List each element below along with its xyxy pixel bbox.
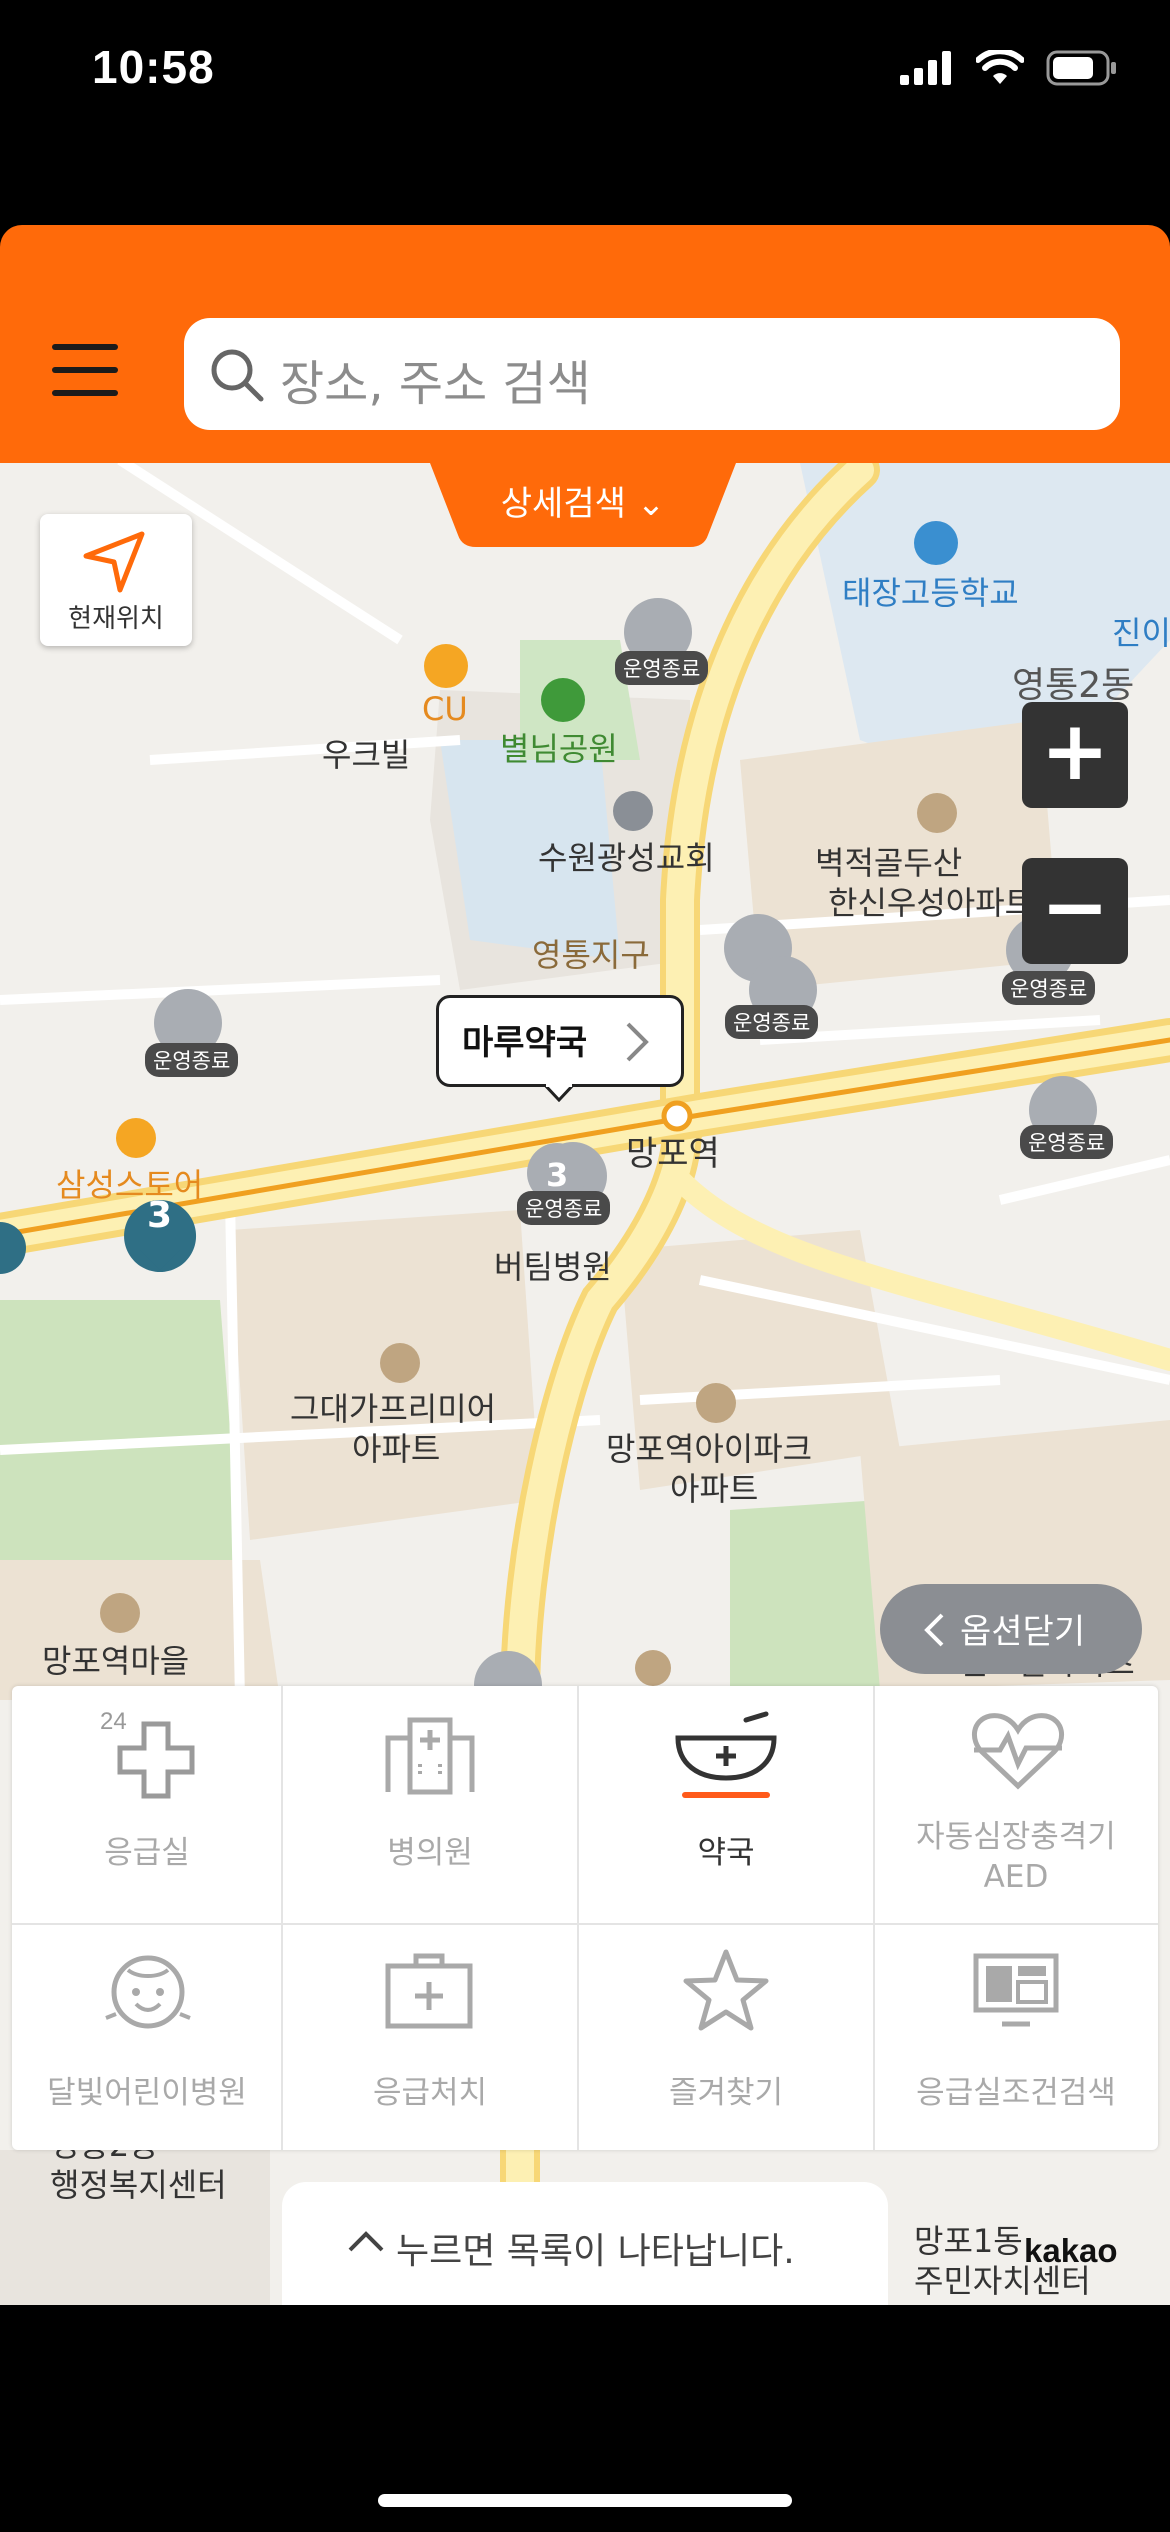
category-label: 응급실조건검색	[916, 2075, 1116, 2111]
map-label-ukbil: 우크빌	[322, 736, 411, 774]
map-label-maeul: 망포역마을	[42, 1642, 190, 1680]
list-hint-text: 누르면 목록이 나타납니다.	[396, 2231, 795, 2272]
navigation-arrow-icon	[83, 531, 145, 593]
category-label: 자동심장충격기	[916, 1819, 1116, 1855]
search-placeholder: 장소, 주소 검색	[280, 356, 591, 412]
home-indicator[interactable]	[378, 2494, 792, 2507]
map-label-mangpo1-1: 망포1동	[914, 2222, 1023, 2260]
category-emergency-room[interactable]: 24 응급실	[12, 1686, 282, 1918]
zoom-in-label: +	[1040, 704, 1110, 799]
category-favorites[interactable]: 즐겨찾기	[578, 1924, 874, 2156]
map-label-district: 영통지구	[532, 936, 650, 974]
category-aed[interactable]: 자동심장충격기 AED	[874, 1686, 1158, 1918]
closed-badge[interactable]: 운영종료	[517, 1191, 611, 1225]
options-close-label: 옵션닫기	[960, 1612, 1086, 1652]
cluster-count[interactable]: 3	[147, 1193, 172, 1238]
chevron-left-icon	[924, 1613, 944, 1647]
monitor-icon	[973, 1953, 1059, 2027]
category-first-aid[interactable]: 응급처치	[282, 1924, 578, 2156]
category-label: 즐겨찾기	[668, 2075, 784, 2111]
closed-badge[interactable]: 운영종료	[725, 1005, 819, 1039]
closed-badge[interactable]: 운영종료	[1020, 1125, 1114, 1159]
status-icons	[900, 50, 1118, 86]
map-label-dong-right: 진이	[1112, 614, 1170, 652]
map-label-school: 태장고등학교	[842, 574, 1019, 612]
category-label: 응급처치	[372, 2075, 488, 2111]
map-label-byeokjeok-1: 벽적골두산	[815, 844, 963, 882]
map-label-hospital: 버팀병원	[494, 1248, 612, 1286]
pharmacy-bowl-icon	[675, 1711, 777, 1798]
map-attribution: kakao	[1024, 2232, 1118, 2269]
category-pharmacy[interactable]: 약국	[578, 1686, 874, 1918]
current-location-label: 현재위치	[68, 604, 164, 634]
map-label-station: 망포역	[626, 1134, 720, 1174]
category-moonlight-children[interactable]: 달빛어린이병원	[12, 1924, 282, 2156]
status-time: 10:58	[92, 41, 215, 93]
search-icon	[211, 349, 264, 402]
map-label-gudaega-1: 그대가프리미어	[290, 1390, 497, 1428]
map-label-byeokjeok-2: 한신우성아파트	[828, 884, 1035, 922]
menu-button[interactable]	[52, 340, 122, 400]
zoom-out-button[interactable]: −	[1022, 858, 1128, 964]
closed-badge[interactable]: 운영종료	[615, 651, 709, 685]
map-label-ipark-1: 망포역아이파크	[606, 1430, 813, 1468]
battery-icon	[1046, 50, 1116, 86]
detail-search-label[interactable]: 상세검색 ⌄	[430, 476, 736, 525]
map-label-church: 수원광성교회	[538, 839, 715, 877]
closed-badge[interactable]: 운영종료	[1002, 971, 1096, 1005]
category-label: 응급실	[104, 1835, 190, 1871]
map-label-gudaega-2: 아파트	[352, 1430, 441, 1468]
category-hospital[interactable]: 병의원	[282, 1686, 578, 1918]
child-face-icon	[105, 1955, 191, 2029]
category-label: 달빛어린이병원	[47, 2075, 247, 2111]
category-er-condition-search[interactable]: 응급실조건검색	[874, 1924, 1158, 2156]
closed-badge[interactable]: 운영종료	[145, 1043, 239, 1077]
wifi-icon	[976, 50, 1024, 84]
emergency-cross-icon	[117, 1721, 195, 1799]
map-label-cu: CU	[422, 690, 468, 728]
category-label: 약국	[697, 1835, 755, 1871]
heart-pulse-icon	[972, 1713, 1064, 1790]
map-label-ipark-2: 아파트	[670, 1470, 759, 1508]
cluster-count[interactable]: 3	[546, 1155, 568, 1195]
hospital-building-icon	[385, 1717, 475, 1795]
map-label-samsung: 삼성스토어	[56, 1166, 204, 1204]
category-grid: 24 응급실 병의원 약국 자동심장충격기 AED 달빛어린이병원 응급처치 즐…	[12, 1686, 1158, 2150]
chevron-up-icon	[348, 2231, 384, 2252]
map-label-byeolnim: 별님공원	[500, 730, 618, 768]
zoom-in-button[interactable]: +	[1022, 702, 1128, 808]
chevron-right-icon	[626, 1022, 649, 1062]
category-label-aed: AED	[983, 1859, 1049, 1895]
first-aid-kit-icon	[385, 1953, 473, 2029]
signal-icon	[900, 51, 951, 85]
category-label: 병의원	[387, 1835, 473, 1871]
map-label-welfare-2: 행정복지센터	[50, 2166, 227, 2204]
zoom-out-label: −	[1040, 860, 1110, 955]
star-icon	[683, 1949, 769, 2031]
callout-place-name: 마루약국	[462, 1023, 588, 1063]
callout-pointer	[544, 1084, 574, 1102]
